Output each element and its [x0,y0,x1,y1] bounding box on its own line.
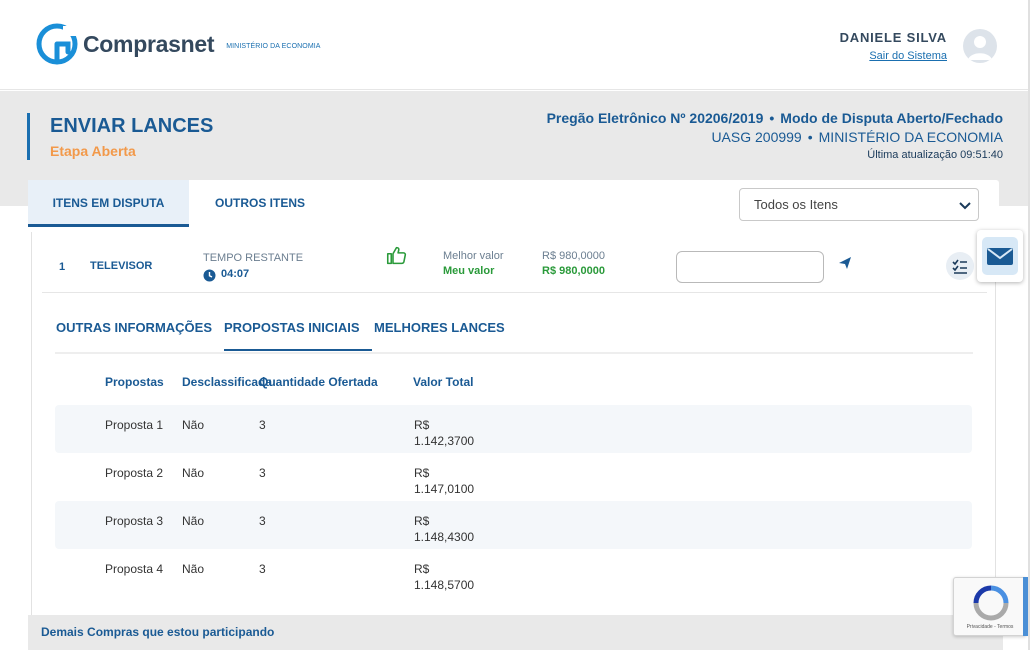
recaptcha-badge[interactable]: Privacidade - Termos [953,577,1027,636]
detail-tabs: OUTRAS INFORMAÇÕES PROPOSTAS INICIAIS ME… [55,320,973,354]
checklist-button[interactable] [946,252,974,280]
top-header: Comprasnet MINISTÉRIO DA ECONOMIA DANIEL… [0,0,1030,90]
ministry-label: MINISTÉRIO DA ECONOMIA [226,42,321,50]
cell-quantidade: 3 [259,466,266,480]
subtab-propostas-iniciais[interactable]: PROPOSTAS INICIAIS [224,320,372,351]
tabs-bar: ITENS EM DISPUTA OUTROS ITENS Todos os I… [28,180,999,227]
mail-icon-bg [982,237,1018,275]
subtab-melhores-lances[interactable]: MELHORES LANCES [374,320,505,335]
cell-valor-currency: R$ [414,466,430,480]
pregao-number: Pregão Eletrônico Nº 20206/2019 [546,110,764,126]
cell-proposta: Proposta 2 [105,466,164,480]
cell-valor-amount: 1.147,0100 [414,482,475,496]
cell-valor-currency: R$ [414,562,430,576]
auction-info: Pregão Eletrônico Nº 20206/2019 • Modo de … [547,110,1003,161]
title-accent-bar [27,113,30,160]
tab-itens-em-disputa[interactable]: ITENS EM DISPUTA [28,180,189,227]
send-icon[interactable] [838,256,852,270]
tempo-value: 04:07 [221,268,250,280]
logout-link[interactable]: Sair do Sistema [840,50,947,62]
cell-proposta: Proposta 1 [105,418,164,432]
column-header-propostas: Propostas [105,375,164,389]
brand-logo[interactable]: Comprasnet MINISTÉRIO DA ECONOMIA [35,22,321,66]
table-row: Proposta 3 Não 3 R$ 1.148,4300 [55,501,972,549]
cell-desclassificada: Não [182,514,205,528]
cell-valor: R$ 1.148,4300 [414,513,474,545]
last-update: Última atualização 09:51:40 [867,149,1003,161]
cell-valor-amount: 1.148,4300 [414,530,475,544]
subtab-outras-informacoes[interactable]: OUTRAS INFORMAÇÕES [56,320,212,335]
item-row: 1 TELEVISOR TEMPO RESTANTE 04:07 Melhor … [42,232,987,293]
avatar-silhouette [968,36,992,60]
best-value-label: Melhor valor [443,250,504,262]
checklist-icon [952,259,967,274]
table-row: Proposta 4 Não 3 R$ 1.148,5700 [55,549,972,597]
separator-dot: • [807,129,813,145]
cell-valor: R$ 1.142,3700 [414,417,474,449]
page-subtitle: Etapa Aberta [50,143,136,159]
page-title: ENVIAR LANCES [50,115,214,137]
other-purchases-bar[interactable]: Demais Compras que estou participando [28,615,1003,650]
brand-name: Comprasnet [83,30,215,57]
tab-outros-itens[interactable]: OUTROS ITENS [198,180,322,227]
best-value: R$ 980,0000 [542,250,605,262]
column-header-quantidade: Quantidade Ofertada [259,375,378,389]
thumbs-up-icon [386,246,407,265]
recaptcha-icon [973,585,1009,621]
cell-desclassificada: Não [182,466,205,480]
filter-selected-value: Todos os Itens [754,197,838,212]
cell-quantidade: 3 [259,418,266,432]
items-filter-select[interactable]: Todos os Itens [739,188,979,221]
messages-button[interactable] [977,230,1023,282]
other-purchases-label: Demais Compras que estou participando [41,625,275,639]
cell-valor: R$ 1.147,0100 [414,465,474,497]
comprasnet-logo-icon [36,23,78,65]
cell-valor-currency: R$ [414,418,430,432]
tempo-label: TEMPO RESTANTE [203,252,304,264]
cell-quantidade: 3 [259,514,266,528]
mail-icon [987,248,1013,265]
table-row: Proposta 1 Não 3 R$ 1.142,3700 [55,405,972,453]
recaptcha-terms: Privacidade - Termos [966,624,1014,630]
bid-input[interactable] [676,251,824,283]
cell-valor-amount: 1.148,5700 [414,578,475,592]
cell-valor-amount: 1.142,3700 [414,434,475,448]
item-name: TELEVISOR [90,260,153,272]
auction-line-1: Pregão Eletrônico Nº 20206/2019 • Modo de … [547,110,1003,126]
table-row: Proposta 2 Não 3 R$ 1.147,0100 [55,453,972,501]
auction-line-2: UASG 200999 • MINISTÉRIO DA ECONOMIA [547,129,1003,145]
cell-desclassificada: Não [182,418,205,432]
user-info: DANIELE SILVA Sair do Sistema [840,30,947,62]
cell-proposta: Proposta 3 [105,514,164,528]
cell-valor: R$ 1.148,5700 [414,561,474,593]
uasg-code: UASG 200999 [711,129,802,145]
my-value: R$ 980,0000 [542,265,605,277]
user-avatar-icon[interactable] [963,29,997,63]
cell-proposta: Proposta 4 [105,562,164,576]
user-name: DANIELE SILVA [839,30,947,45]
chevron-down-icon [959,202,971,210]
clock-icon [203,269,216,282]
column-header-valor-total: Valor Total [413,375,474,389]
cell-desclassificada: Não [182,562,205,576]
item-number: 1 [59,261,66,273]
cell-quantidade: 3 [259,562,266,576]
cell-valor-currency: R$ [414,514,430,528]
dispute-mode: Modo de Disputa Aberto/Fechado [780,110,1003,126]
my-value-label: Meu valor [443,265,495,277]
item-panel: 1 TELEVISOR TEMPO RESTANTE 04:07 Melhor … [31,232,996,617]
separator-dot: • [769,110,775,126]
ministry-name: MINISTÉRIO DA ECONOMIA [818,129,1003,145]
